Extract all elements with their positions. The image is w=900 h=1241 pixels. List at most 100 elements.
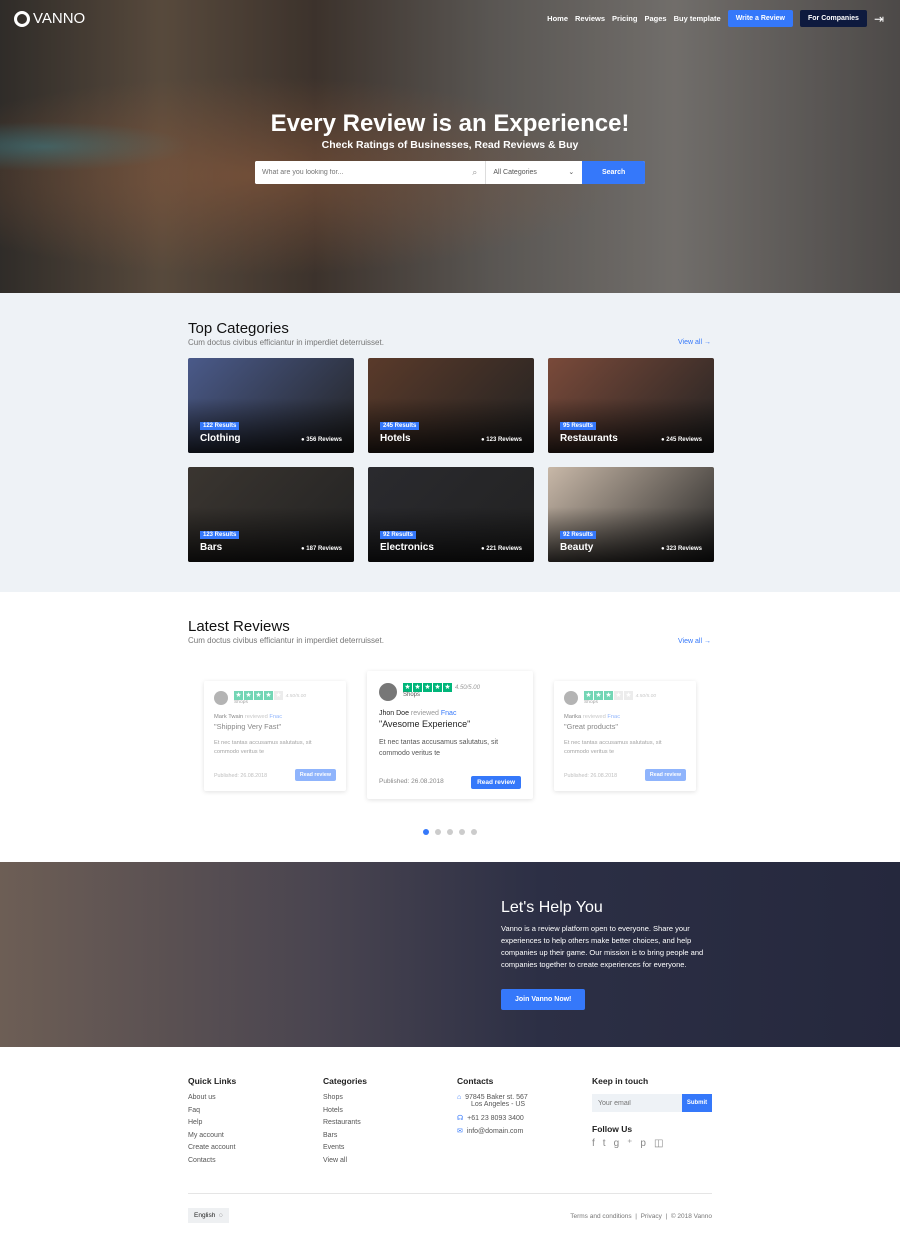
footer-link[interactable]: View all — [323, 1157, 367, 1164]
comment-icon: ● — [301, 546, 305, 552]
star-icon: ★ — [403, 683, 412, 692]
star-icon: ★ — [604, 691, 613, 700]
review-card: ★ ★ ★ ★ ★ 4.50/5.00 Shops Mark Twain reviewed… — [204, 681, 346, 791]
carousel-dot[interactable] — [435, 829, 441, 835]
section-title: Latest Reviews — [188, 618, 290, 635]
carousel-dot[interactable] — [423, 829, 429, 835]
category-card-beauty[interactable]: 92 Results Beauty ● 323 Reviews — [548, 467, 714, 562]
help-body: Vanno is a review platform open to every… — [501, 924, 704, 969]
star-icon: ★ — [264, 691, 273, 700]
read-review-button[interactable]: Read review — [471, 776, 521, 789]
logo[interactable]: VANNO — [14, 10, 85, 27]
footer-link[interactable]: Help — [188, 1119, 236, 1126]
review-title: "Great products" — [564, 722, 619, 731]
footer-link[interactable]: Restaurants — [323, 1119, 367, 1126]
login-icon[interactable]: ⇥ — [874, 12, 884, 26]
category-card-hotels[interactable]: 245 Results Hotels ● 123 Reviews — [368, 358, 534, 453]
hero-title: Every Review is an Experience! — [270, 110, 630, 137]
read-review-button[interactable]: Read review — [294, 769, 336, 781]
privacy-link[interactable]: Privacy — [641, 1213, 662, 1220]
for-companies-button[interactable]: For Companies — [799, 10, 867, 27]
join-button[interactable]: Join Vanno Now! — [501, 989, 586, 1010]
carousel-dot[interactable] — [447, 829, 453, 835]
avatar — [564, 691, 578, 705]
star-icon: ★ — [443, 683, 452, 692]
twitter-icon[interactable]: t — [603, 1138, 614, 1149]
star-icon: ★ — [423, 683, 432, 692]
search-bar: ⌕ All Categories⌄ Search — [255, 161, 645, 184]
footer-link[interactable]: Contacts — [188, 1157, 236, 1164]
rating-stars: ★ ★ ★ ★ ★ — [403, 683, 453, 692]
star-icon: ★ — [584, 691, 593, 700]
avatar — [214, 691, 228, 705]
search-input[interactable] — [255, 161, 473, 184]
star-icon: ★ — [624, 691, 633, 700]
star-icon: ★ — [254, 691, 263, 700]
keep-in-touch: Keep in touch Submit Follow Us ftg⁺p◫ — [592, 1076, 712, 1155]
pinterest-icon[interactable]: p — [640, 1138, 654, 1149]
view-all-link[interactable]: View all → — [678, 638, 711, 645]
nav-pages[interactable]: Pages — [644, 14, 666, 23]
star-icon: ★ — [274, 691, 283, 700]
footer-link[interactable]: About us — [188, 1094, 236, 1101]
category-select[interactable]: All Categories ⌄ — [485, 161, 582, 184]
footer-link[interactable]: Hotels — [323, 1107, 367, 1114]
instagram-icon[interactable]: ◫ — [654, 1138, 671, 1149]
star-icon: ★ — [413, 683, 422, 692]
carousel-dot[interactable] — [471, 829, 477, 835]
help-section: Let's Help You Vanno is a review platfor… — [0, 862, 900, 1047]
search-button[interactable]: Search — [582, 161, 645, 184]
category-card-restaurants[interactable]: 95 Results Restaurants ● 245 Reviews — [548, 358, 714, 453]
rating-stars: ★ ★ ★ ★ ★ — [584, 691, 634, 700]
headset-icon: ☊ — [457, 1114, 464, 1122]
comment-icon: ● — [481, 546, 485, 552]
read-review-button[interactable]: Read review — [644, 769, 686, 781]
comment-icon: ● — [661, 437, 665, 443]
globe-icon: ◌ — [218, 1212, 223, 1219]
view-all-link[interactable]: View all → — [678, 339, 711, 346]
footer-link[interactable]: Faq — [188, 1107, 236, 1114]
footer-link[interactable]: My account — [188, 1132, 236, 1139]
main-nav: Home Reviews Pricing Pages Buy template … — [547, 10, 884, 27]
hero: VANNO Home Reviews Pricing Pages Buy tem… — [0, 0, 900, 293]
nav-reviews[interactable]: Reviews — [575, 14, 605, 23]
terms-link[interactable]: Terms and conditions — [570, 1213, 631, 1220]
submit-button[interactable]: Submit — [682, 1094, 712, 1112]
comment-icon: ● — [661, 546, 665, 552]
comment-icon: ● — [301, 437, 305, 443]
section-subtitle: Cum doctus civibus efficiantur in imperd… — [188, 636, 384, 645]
section-title: Top Categories — [188, 320, 289, 337]
language-select[interactable]: English ◌ — [188, 1208, 229, 1223]
quick-links: Quick Links About us Faq Help My account Crea… — [188, 1076, 237, 1164]
avatar — [379, 683, 397, 701]
star-icon: ★ — [614, 691, 623, 700]
mail-icon: ✉ — [457, 1128, 463, 1135]
review-card: ★ ★ ★ ★ ★ 4.50/5.00 Shops Jhon Doe reviewed F… — [367, 671, 533, 799]
carousel-dot[interactable] — [459, 829, 465, 835]
nav-home[interactable]: Home — [547, 14, 568, 23]
footer-legal: Terms and conditions | Privacy | © 2018 … — [570, 1213, 712, 1220]
review-title: "Shipping Very Fast" — [214, 722, 282, 731]
rating-stars: ★ ★ ★ ★ ★ — [234, 691, 284, 700]
top-categories-section: Top Categories Cum doctus civibus effici… — [0, 293, 900, 592]
footer-link[interactable]: Shops — [323, 1094, 367, 1101]
category-card-electronics[interactable]: 92 Results Electronics ● 221 Reviews — [368, 467, 534, 562]
latest-reviews-section: Latest Reviews Cum doctus civibus effici… — [0, 592, 900, 862]
category-card-clothing[interactable]: 122 Results Clothing ● 356 Reviews — [188, 358, 354, 453]
write-review-button[interactable]: Write a Review — [727, 10, 793, 27]
star-icon: ★ — [433, 683, 442, 692]
footer-link[interactable]: Events — [323, 1144, 367, 1151]
footer-link[interactable]: Bars — [323, 1132, 367, 1139]
nav-pricing[interactable]: Pricing — [612, 14, 637, 23]
facebook-icon[interactable]: f — [592, 1138, 603, 1149]
search-icon: ⌕ — [472, 167, 478, 177]
review-card: ★ ★ ★ ★ ★ 4.50/5.00 Shops Marika reviewed Fna… — [554, 681, 696, 791]
chevron-down-icon: ⌄ — [568, 169, 575, 176]
newsletter-email-input[interactable] — [592, 1094, 682, 1112]
nav-buy-template[interactable]: Buy template — [674, 14, 721, 23]
footer-link[interactable]: Create account — [188, 1144, 236, 1151]
help-title: Let's Help You — [501, 899, 603, 916]
category-card-bars[interactable]: 123 Results Bars ● 187 Reviews — [188, 467, 354, 562]
review-title: "Avesome Experience" — [379, 719, 471, 729]
google-plus-icon[interactable]: g⁺ — [614, 1138, 641, 1149]
